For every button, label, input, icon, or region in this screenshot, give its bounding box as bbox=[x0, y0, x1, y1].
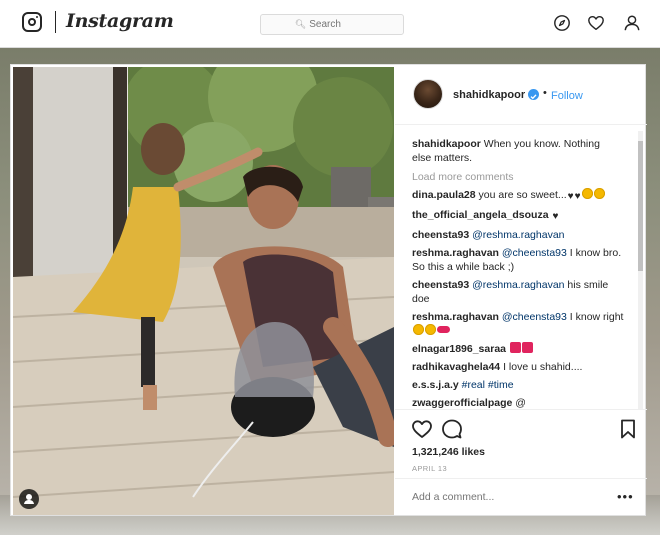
comment-username[interactable]: dina.paula28 bbox=[412, 189, 476, 201]
comment-mention[interactable]: @cheensta93 bbox=[502, 311, 567, 323]
heart-eyes-emoji-icon bbox=[425, 324, 436, 335]
heart-emoji-icon: ♥ bbox=[567, 191, 574, 202]
comment-row: cheensta93 @reshma.raghavan bbox=[412, 228, 624, 242]
verified-badge-icon bbox=[528, 89, 539, 100]
comment-username[interactable]: the_official_angela_dsouza bbox=[412, 209, 549, 221]
post-date[interactable]: APRIL 13 bbox=[412, 464, 447, 473]
instagram-wordmark[interactable]: Instagram bbox=[66, 10, 174, 32]
heart-eyes-emoji-icon bbox=[413, 324, 424, 335]
heart-emoji-icon: ♥ bbox=[552, 211, 559, 222]
comments-scrollbar[interactable] bbox=[638, 131, 643, 409]
comment-mention[interactable]: @cheensta93 bbox=[502, 247, 567, 259]
scrollbar-thumb[interactable] bbox=[638, 141, 643, 271]
comment-username[interactable]: cheensta93 bbox=[412, 279, 469, 291]
bookmark-icon[interactable] bbox=[617, 418, 639, 440]
caption-username[interactable]: shahidkapoor bbox=[412, 138, 481, 150]
user-tag-icon[interactable] bbox=[19, 489, 39, 509]
add-comment-input[interactable] bbox=[412, 491, 602, 503]
comment-text: I love u shahid.... bbox=[503, 361, 583, 373]
header-separator: • bbox=[543, 87, 547, 99]
comment-row: elnagar1896_saraa bbox=[412, 342, 624, 356]
instagram-glyph-icon[interactable] bbox=[22, 12, 42, 32]
comment-row: reshma.raghavan @cheensta93 I know bro. … bbox=[412, 246, 624, 274]
comment-row: reshma.raghavan @cheensta93 I know right bbox=[412, 310, 624, 338]
post-caption: shahidkapoor When you know. Nothing else… bbox=[412, 137, 622, 165]
likes-count[interactable]: 1,321,246 likes bbox=[412, 446, 485, 458]
comment-row: radhikavaghela44 I love u shahid.... bbox=[412, 360, 624, 374]
comment-mention[interactable]: #real #time bbox=[462, 379, 514, 391]
top-navigation-bar: Instagram 🔍︎ bbox=[0, 0, 660, 48]
post-card: shahidkapoor • Follow shahidkapoor When … bbox=[10, 64, 647, 517]
comment-username[interactable]: e.s.s.j.a.y bbox=[412, 379, 459, 391]
post-header: shahidkapoor • Follow bbox=[395, 65, 647, 125]
post-actions: 1,321,246 likes APRIL 13 ••• bbox=[395, 409, 647, 515]
comment-bubble-icon[interactable] bbox=[441, 418, 463, 440]
comment-username[interactable]: zwaggerofficialpage bbox=[412, 397, 512, 409]
heart-icon[interactable] bbox=[587, 14, 605, 32]
post-image bbox=[13, 67, 394, 515]
comment-username[interactable]: elnagar1896_saraa bbox=[412, 343, 506, 355]
like-heart-icon[interactable] bbox=[411, 418, 433, 440]
post-photo[interactable] bbox=[13, 67, 394, 515]
heart-eyes-emoji-icon bbox=[581, 188, 593, 199]
more-options-icon[interactable]: ••• bbox=[617, 489, 634, 504]
search-input[interactable] bbox=[309, 19, 370, 30]
comment-username[interactable]: reshma.raghavan bbox=[412, 247, 499, 259]
comment-text: I know right bbox=[569, 311, 624, 323]
comment-row: e.s.s.j.a.y #real #time bbox=[412, 378, 624, 392]
logo-divider bbox=[55, 11, 56, 33]
comment-thread: dina.paula28 you are so sweet...♥♥ the_of… bbox=[412, 188, 635, 409]
compass-icon[interactable] bbox=[553, 14, 571, 32]
comment-row: cheensta93 @reshma.raghavan his smile do… bbox=[412, 278, 624, 306]
avatar[interactable] bbox=[413, 79, 443, 109]
kiss-emoji-icon bbox=[437, 326, 450, 333]
follow-button[interactable]: Follow bbox=[551, 90, 583, 102]
comment-mention[interactable]: @reshma.raghavan bbox=[472, 229, 564, 241]
add-comment-bar: ••• bbox=[395, 478, 647, 516]
post-sidebar: shahidkapoor • Follow shahidkapoor When … bbox=[395, 65, 647, 517]
heart-square-emoji-icon bbox=[509, 342, 521, 353]
comment-row: dina.paula28 you are so sweet...♥♥ bbox=[412, 188, 624, 204]
comment-username[interactable]: radhikavaghela44 bbox=[412, 361, 500, 373]
comment-username[interactable]: reshma.raghavan bbox=[412, 311, 499, 323]
comment-row: zwaggerofficialpage @ bbox=[412, 396, 624, 409]
comment-text: @ bbox=[515, 397, 526, 409]
heart-emoji-icon: ♥ bbox=[574, 191, 581, 202]
search-box[interactable]: 🔍︎ bbox=[260, 14, 404, 35]
heart-square-emoji-icon bbox=[521, 342, 533, 353]
load-more-comments-link[interactable]: Load more comments bbox=[412, 170, 635, 184]
comment-mention[interactable]: @reshma.raghavan bbox=[472, 279, 564, 291]
comments-list[interactable]: shahidkapoor When you know. Nothing else… bbox=[395, 127, 635, 409]
profile-icon[interactable] bbox=[623, 14, 641, 32]
comment-text: you are so sweet... bbox=[478, 189, 567, 201]
comment-row: the_official_angela_dsouza ♥ bbox=[412, 208, 624, 224]
search-icon: 🔍︎ bbox=[294, 19, 307, 29]
comment-username[interactable]: cheensta93 bbox=[412, 229, 469, 241]
post-author-username[interactable]: shahidkapoor bbox=[453, 89, 525, 101]
heart-eyes-emoji-icon bbox=[593, 188, 605, 199]
